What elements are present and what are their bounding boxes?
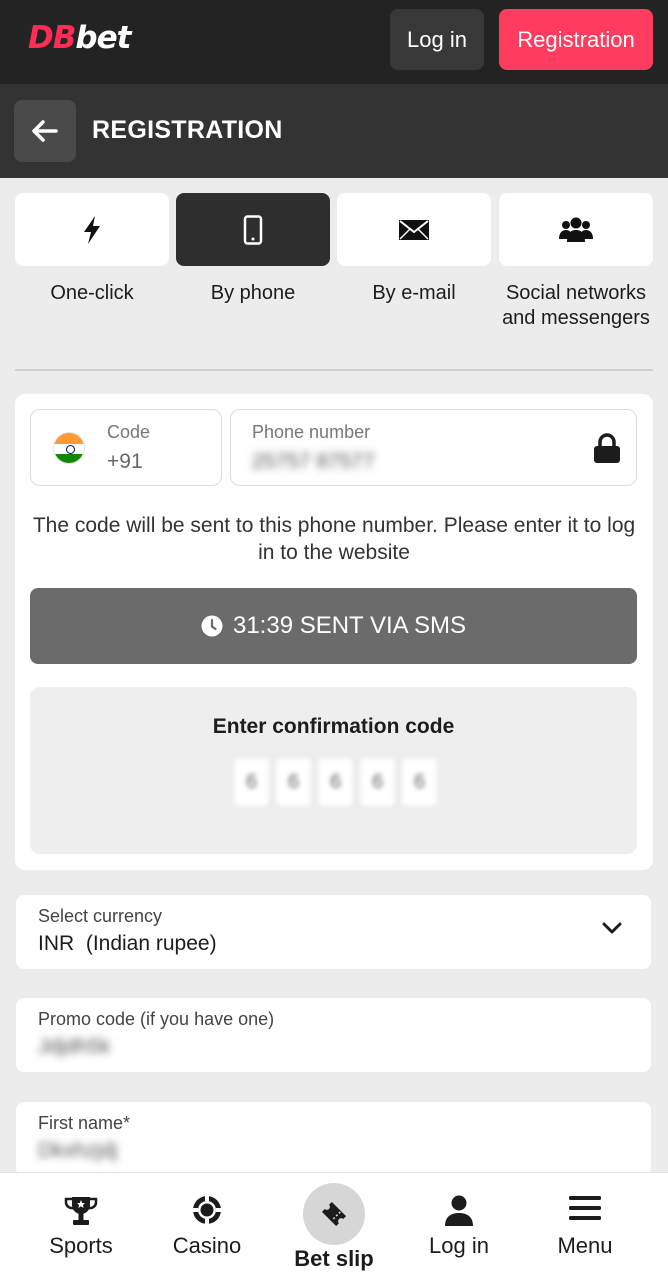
promo-code-label: Promo code (if you have one) bbox=[38, 1009, 275, 1029]
method-tile[interactable] bbox=[176, 193, 330, 266]
code-value: +91 bbox=[107, 450, 143, 473]
nav-label: Menu bbox=[557, 1233, 613, 1258]
confirmation-code-box: Enter confirmation code 6 6 6 6 6 bbox=[30, 687, 637, 854]
code-digit-input[interactable]: 6 bbox=[275, 757, 312, 807]
nav-login[interactable]: Log in bbox=[404, 1173, 514, 1280]
phone-number-field[interactable]: Phone number 25757 87577 bbox=[230, 409, 637, 486]
phone-number-label: Phone number bbox=[252, 422, 371, 442]
login-button[interactable]: Log in bbox=[390, 9, 484, 70]
phone-number-value: 25757 87577 bbox=[252, 450, 375, 473]
country-code-field[interactable]: Code +91 bbox=[30, 409, 222, 486]
confirmation-code-inputs: 6 6 6 6 6 bbox=[233, 757, 438, 807]
user-icon bbox=[445, 1195, 473, 1226]
page-title: REGISTRATION bbox=[92, 116, 283, 144]
method-label: By e-mail bbox=[372, 282, 456, 304]
registration-button[interactable]: Registration bbox=[499, 9, 653, 70]
back-button[interactable] bbox=[14, 100, 76, 162]
lightning-icon bbox=[84, 215, 100, 244]
method-label: One-click bbox=[50, 282, 134, 304]
nav-bet-slip[interactable] bbox=[303, 1183, 365, 1245]
currency-select[interactable]: Select currency INR (Indian rupee) bbox=[16, 895, 651, 969]
trophy-icon bbox=[64, 1197, 98, 1225]
arrow-left-icon bbox=[32, 120, 58, 142]
nav-label: Casino bbox=[172, 1233, 242, 1258]
method-one-click[interactable]: One-click bbox=[15, 193, 169, 306]
method-by-email[interactable]: By e-mail bbox=[337, 193, 491, 306]
phone-registration-card: Code +91 Phone number 25757 87577 The co… bbox=[15, 394, 653, 870]
nav-label: Sports bbox=[49, 1233, 113, 1258]
nav-casino[interactable]: Casino bbox=[152, 1173, 262, 1280]
nav-sports[interactable]: Sports bbox=[26, 1173, 136, 1280]
bottom-navigation: Sports Casino Bet slip Log in Menu bbox=[0, 1172, 668, 1280]
clock-icon bbox=[201, 615, 223, 637]
code-label: Code bbox=[107, 422, 151, 442]
sms-sent-button[interactable]: 31:39 SENT VIA SMS bbox=[30, 588, 637, 664]
currency-value: INR (Indian rupee) bbox=[38, 932, 217, 955]
title-bar: REGISTRATION bbox=[0, 84, 668, 178]
method-tile[interactable] bbox=[499, 193, 653, 266]
currency-label: Select currency bbox=[38, 906, 163, 926]
sms-hint-text: The code will be sent to this phone numb… bbox=[32, 514, 636, 564]
nav-label: Log in bbox=[429, 1233, 489, 1258]
india-flag-icon bbox=[53, 432, 85, 464]
promo-code-field[interactable]: Promo code (if you have one) Jdjdh5k bbox=[16, 998, 651, 1072]
divider bbox=[15, 369, 653, 371]
first-name-field[interactable]: First name* Dkxhzjdj bbox=[16, 1102, 651, 1176]
top-header: DBbet Log in Registration bbox=[0, 0, 668, 84]
method-label: Social networks and messengers bbox=[502, 282, 650, 329]
code-digit-input[interactable]: 6 bbox=[317, 757, 354, 807]
promo-code-value: Jdjdh5k bbox=[38, 1035, 111, 1058]
code-digit-input[interactable]: 6 bbox=[233, 757, 270, 807]
method-by-phone[interactable]: By phone bbox=[176, 193, 330, 306]
smartphone-icon bbox=[243, 214, 263, 245]
users-icon bbox=[559, 217, 593, 242]
first-name-value: Dkxhzjdj bbox=[38, 1139, 118, 1162]
sms-status-text: 31:39 SENT VIA SMS bbox=[232, 612, 466, 639]
ticket-icon bbox=[321, 1201, 347, 1227]
casino-chip-icon bbox=[193, 1196, 221, 1224]
code-digit-input[interactable]: 6 bbox=[359, 757, 396, 807]
dbbet-logo[interactable]: DBbet bbox=[28, 20, 131, 56]
method-tile[interactable] bbox=[337, 193, 491, 266]
first-name-label: First name* bbox=[38, 1113, 131, 1133]
envelope-icon bbox=[399, 219, 429, 240]
method-social[interactable]: Social networks and messengers bbox=[499, 193, 653, 331]
hamburger-menu-icon bbox=[569, 1196, 601, 1220]
confirmation-title: Enter confirmation code bbox=[212, 715, 455, 738]
method-label: By phone bbox=[210, 282, 296, 304]
lock-icon bbox=[594, 433, 620, 463]
method-tile[interactable] bbox=[15, 193, 169, 266]
nav-menu[interactable]: Menu bbox=[530, 1173, 640, 1280]
code-digit-input[interactable]: 6 bbox=[401, 757, 438, 807]
chevron-down-icon bbox=[602, 922, 622, 934]
nav-bet-slip-label: Bet slip bbox=[294, 1246, 374, 1271]
